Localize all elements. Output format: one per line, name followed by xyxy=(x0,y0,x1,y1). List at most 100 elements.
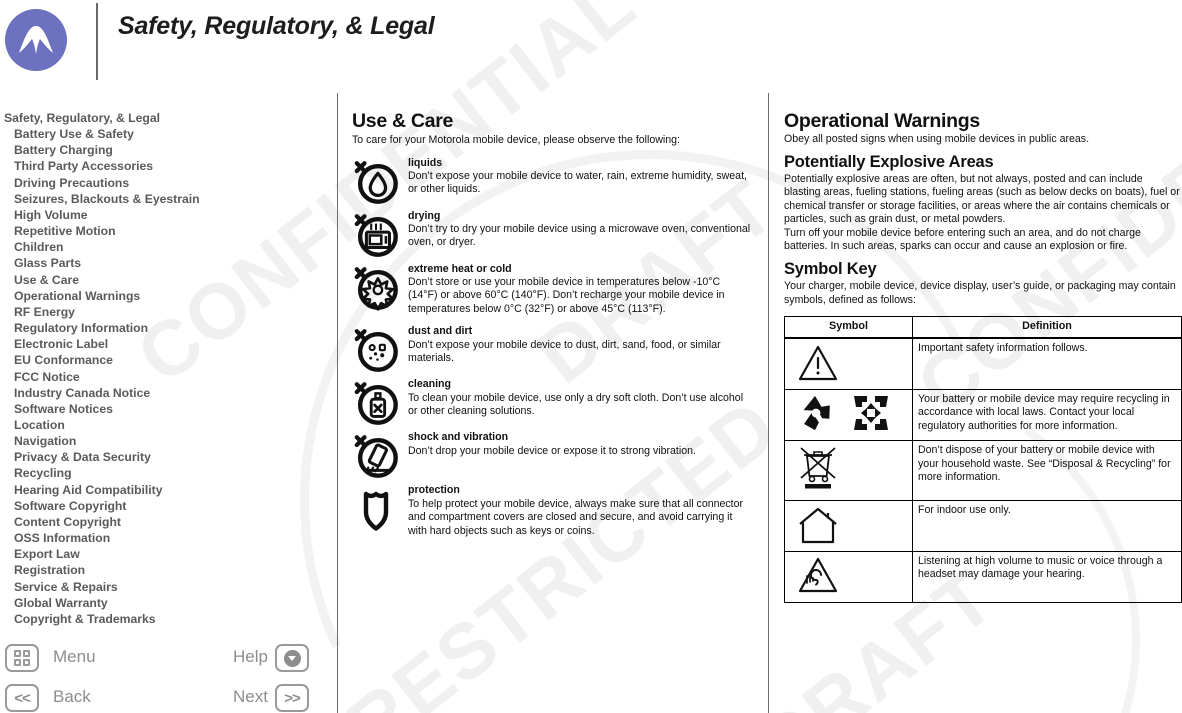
page-title: Safety, Regulatory, & Legal xyxy=(118,12,435,40)
symbol-key-heading: Symbol Key xyxy=(784,260,877,279)
grid-menu-icon xyxy=(13,649,31,667)
care-item: dust and dirt Don’t expose your mobile de… xyxy=(352,325,752,373)
back-button[interactable]: << xyxy=(5,684,39,712)
symbol-cell xyxy=(784,550,913,604)
down-caret-circle-icon xyxy=(283,649,301,667)
care-item-body: Don’t expose your mobile device to water… xyxy=(408,170,747,196)
no-extreme-temperature-icon xyxy=(352,264,400,311)
back-button-label[interactable]: Back xyxy=(53,687,91,707)
sidebar-item[interactable]: High Volume xyxy=(0,207,330,223)
use-and-care-list: liquids Don’t expose your mobile device t… xyxy=(352,157,752,538)
sidebar-item[interactable]: Content Copyright xyxy=(0,514,330,530)
sidebar-item[interactable]: Industry Canada Notice xyxy=(0,385,330,401)
symbol-key-table: Symbol Definition Important safety infor… xyxy=(784,315,1182,604)
crossed-out-wheelie-bin-icon xyxy=(797,444,839,496)
column-divider-right xyxy=(768,93,769,713)
care-item: liquids Don’t expose your mobile device t… xyxy=(352,157,752,204)
definition-cell: For indoor use only. xyxy=(912,499,1182,552)
no-drying-microwave-icon xyxy=(352,211,400,257)
next-button[interactable]: >> xyxy=(275,684,309,712)
operational-warnings-heading: Operational Warnings xyxy=(784,110,980,132)
care-item: protection To help protect your mobile de… xyxy=(352,484,752,538)
sidebar-item[interactable]: Glass Parts xyxy=(0,255,330,271)
care-item-body: Don’t store or use your mobile device in… xyxy=(408,276,725,315)
definition-cell: Important safety information follows. xyxy=(912,337,1182,391)
sidebar-item[interactable]: Location xyxy=(0,417,330,433)
care-item: extreme heat or cold Don’t store or use y… xyxy=(352,263,752,317)
nav-row-secondary: << Back Next >> xyxy=(0,683,330,713)
column-header-symbol: Symbol xyxy=(784,315,913,340)
care-item: shock and vibration Don’t drop your mobil… xyxy=(352,431,752,479)
sidebar-item[interactable]: Privacy & Data Security xyxy=(0,449,330,465)
double-chevron-right-icon: >> xyxy=(284,689,301,707)
symbol-cell xyxy=(784,389,913,442)
menu-button-label[interactable]: Menu xyxy=(53,647,96,667)
care-item: cleaning To clean your mobile device, use… xyxy=(352,378,752,426)
sidebar-item[interactable]: Regulatory Information xyxy=(0,320,330,336)
definition-cell: Listening at high volume to music or voi… xyxy=(912,550,1182,604)
sidebar-item[interactable]: Electronic Label xyxy=(0,336,330,352)
table-header-row: Symbol Definition xyxy=(784,315,1182,340)
care-item-body: Don’t expose your mobile device to dust,… xyxy=(408,338,721,365)
symbol-cell xyxy=(784,499,913,552)
document-page: CONFIDENTIAL RESTRICTED DRAFT CONFIDENTI… xyxy=(0,0,1182,713)
sidebar-item[interactable]: Copyright & Trademarks xyxy=(0,611,330,627)
sidebar-item[interactable]: Battery Charging xyxy=(0,142,330,158)
definition-cell: Your battery or mobile device may requir… xyxy=(912,389,1182,442)
use-and-care-intro: To care for your Motorola mobile device,… xyxy=(352,134,680,146)
sidebar-item[interactable]: RF Energy xyxy=(0,304,330,320)
sidebar-item[interactable]: Children xyxy=(0,239,330,255)
motorola-logo-icon xyxy=(5,9,67,71)
sidebar-item[interactable]: Navigation xyxy=(0,433,330,449)
no-liquids-icon xyxy=(352,158,400,204)
care-item-body: To help protect your mobile device, alwa… xyxy=(408,497,744,537)
nav-row-primary: Menu Help xyxy=(0,643,330,679)
care-item-title: extreme heat or cold xyxy=(408,262,512,275)
menu-button[interactable] xyxy=(5,644,39,672)
table-row: Important safety information follows. xyxy=(784,337,1182,391)
sidebar-item[interactable]: FCC Notice xyxy=(0,369,330,385)
sidebar-item[interactable]: Global Warranty xyxy=(0,595,330,611)
explosive-areas-paragraph-2: Turn off your mobile device before enter… xyxy=(784,227,1141,253)
care-item-body: Don’t try to dry your mobile device usin… xyxy=(408,223,751,249)
table-row: For indoor use only. xyxy=(784,499,1182,552)
table-of-contents: Safety, Regulatory, & Legal Battery Use &… xyxy=(0,110,330,627)
sidebar-item[interactable]: Repetitive Motion xyxy=(0,223,330,239)
sidebar-item[interactable]: Use & Care xyxy=(0,272,330,288)
sidebar-item[interactable]: Battery Use & Safety xyxy=(0,126,330,142)
symbol-cell xyxy=(784,440,913,501)
sidebar-item[interactable]: Operational Warnings xyxy=(0,288,330,304)
sidebar-item[interactable]: Export Law xyxy=(0,546,330,562)
sidebar-item[interactable]: Software Copyright xyxy=(0,498,330,514)
warning-triangle-icon xyxy=(797,342,839,386)
sidebar-item[interactable]: Hearing Aid Compatibility xyxy=(0,482,330,498)
care-item-title: cleaning xyxy=(408,378,451,391)
page-header: Safety, Regulatory, & Legal xyxy=(0,0,1182,92)
care-item-body: Don’t drop your mobile device or expose … xyxy=(408,444,696,457)
sidebar-item[interactable]: Safety, Regulatory, & Legal xyxy=(0,110,330,126)
sidebar-item[interactable]: Seizures, Blackouts & Eyestrain xyxy=(0,191,330,207)
next-button-label[interactable]: Next xyxy=(222,687,268,707)
sidebar-item[interactable]: Third Party Accessories xyxy=(0,158,330,174)
care-item-title: dust and dirt xyxy=(408,325,473,338)
sidebar-item[interactable]: EU Conformance xyxy=(0,352,330,368)
symbol-key-intro: Your charger, mobile device, device disp… xyxy=(784,280,1176,306)
double-chevron-left-icon: << xyxy=(14,689,31,707)
sidebar-item[interactable]: Driving Precautions xyxy=(0,175,330,191)
sidebar-item[interactable]: Software Notices xyxy=(0,401,330,417)
sidebar-item[interactable]: Registration xyxy=(0,562,330,578)
use-and-care-heading: Use & Care xyxy=(352,110,454,132)
help-button[interactable] xyxy=(275,644,309,672)
column-header-definition: Definition xyxy=(912,315,1182,340)
header-divider xyxy=(96,3,98,80)
operational-warnings-section: Operational Warnings Obey all posted sig… xyxy=(784,110,1182,604)
column-divider-left xyxy=(337,93,338,713)
care-item-title: shock and vibration xyxy=(408,431,509,444)
help-button-label[interactable]: Help xyxy=(222,647,268,667)
no-shock-and-vibration-icon xyxy=(352,432,400,479)
sidebar-item[interactable]: Recycling xyxy=(0,465,330,481)
explosive-areas-heading: Potentially Explosive Areas xyxy=(784,153,994,172)
sidebar-item[interactable]: OSS Information xyxy=(0,530,330,546)
sidebar-item[interactable]: Service & Repairs xyxy=(0,579,330,595)
use-and-care-section: Use & Care To care for your Motorola mob… xyxy=(352,110,752,538)
